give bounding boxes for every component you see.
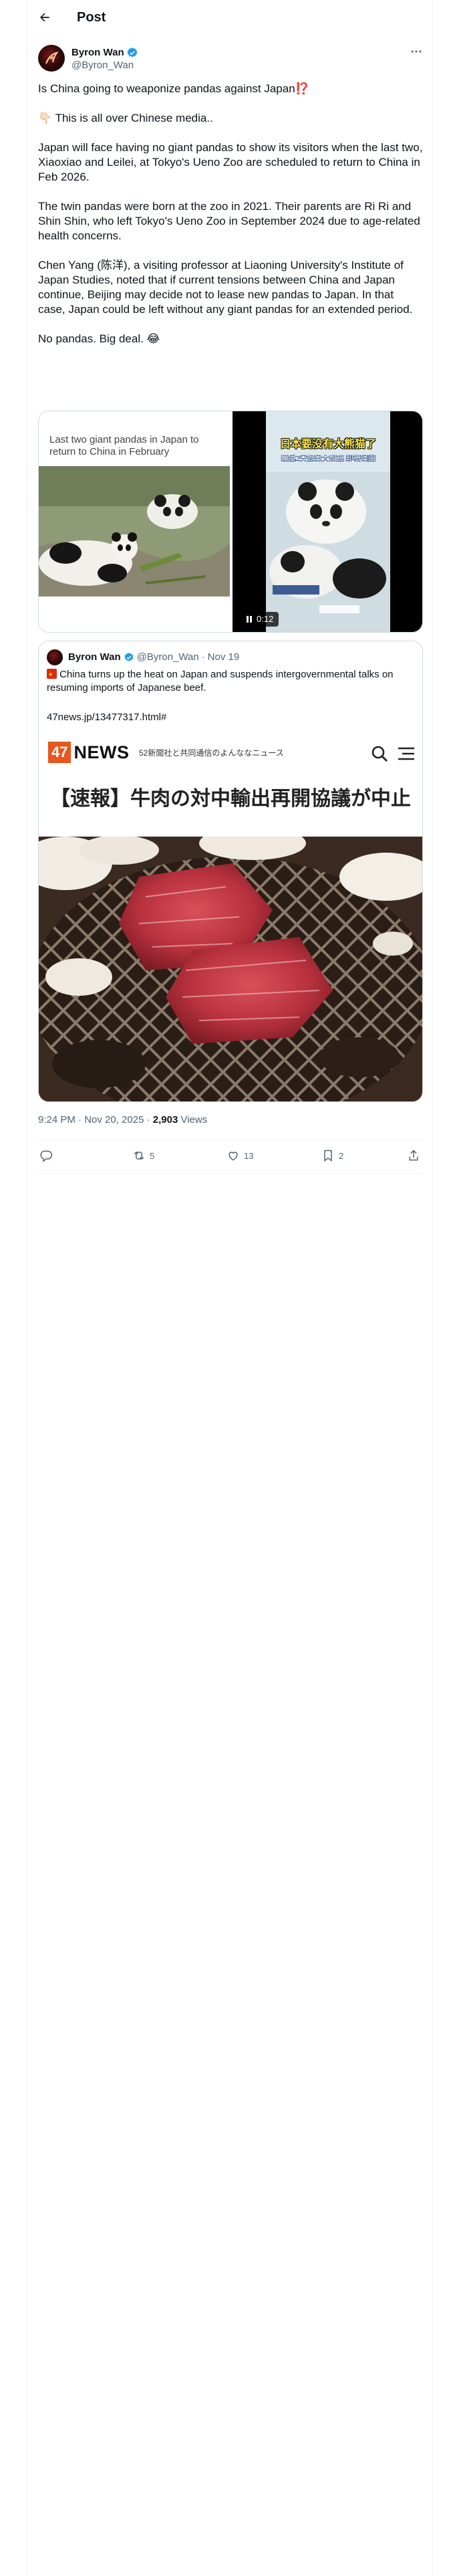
reply-button[interactable] [39, 1149, 57, 1162]
like-count: 13 [244, 1150, 254, 1161]
post-time[interactable]: 9:24 PM · Nov 20, 2025 · [38, 1114, 153, 1125]
more-options-button[interactable] [410, 45, 423, 58]
quoted-handle: @Byron_Wan [136, 651, 199, 663]
video-time: 0:12 [257, 614, 274, 624]
panda-photo [39, 466, 230, 597]
back-arrow-icon [40, 13, 49, 22]
repost-icon [134, 1151, 144, 1160]
quoted-link[interactable]: 47news.jp/13477317.html# [47, 711, 166, 724]
post-paragraph: No pandas. Big deal. 😂 [38, 332, 160, 345]
china-flag-icon [47, 668, 57, 681]
post-paragraph: Is China going to weaponize pandas again… [38, 82, 309, 95]
page-title: Post [77, 10, 106, 25]
post-paragraph: Japan will face having no giant pandas t… [38, 141, 423, 183]
share-icon [409, 1150, 418, 1161]
search-icon[interactable] [370, 744, 389, 763]
post-paragraph: The twin pandas were born at the zoo in … [38, 200, 420, 242]
verified-badge-icon [124, 653, 134, 661]
quoted-avatar [47, 649, 63, 665]
video-player[interactable]: 日本要没有大熊猫了 最后2只旅日大熊猫 即将归国 0:12 [233, 411, 422, 632]
heart-icon [229, 1152, 238, 1161]
views-count: 2,903 [152, 1114, 178, 1125]
more-dots-icon [411, 50, 422, 53]
video-subtitle: 最后2只旅日大熊猫 即将归国 [281, 454, 375, 462]
image-caption: Last two giant pandas in Japan to return… [49, 434, 199, 457]
news-logo-text: NEWS [73, 742, 130, 762]
repost-count: 5 [150, 1150, 155, 1161]
video-frame: 日本要没有大熊猫了 最后2只旅日大熊猫 即将归国 [266, 411, 390, 632]
quoted-post[interactable]: Byron Wan @Byron_Wan · Nov 19 China turn… [38, 641, 423, 1102]
news-site-header: 47 NEWS 52新聞社と共同通信のよんななニュース [39, 738, 422, 767]
post-author: Byron Wan @Byron_Wan [38, 43, 423, 73]
name-line: Byron Wan [71, 46, 138, 59]
media-grid: Last two giant pandas in Japan to return… [38, 411, 423, 633]
divider [38, 1173, 423, 1174]
like-button[interactable]: 13 [227, 1149, 253, 1162]
post-text: Is China going to weaponize pandas again… [38, 82, 423, 361]
video-banner-text: 日本要没有大熊猫了 [279, 439, 376, 450]
action-bar: 5 13 2 [38, 1141, 423, 1173]
back-button[interactable] [37, 9, 53, 25]
quoted-body: China turns up the heat on Japan and sus… [47, 669, 394, 693]
menu-icon[interactable] [397, 744, 416, 763]
post-page: Post Byron Wan @Byron_Wan Is China going… [27, 0, 433, 2576]
avatar[interactable] [38, 45, 65, 72]
repost-button[interactable]: 5 [132, 1149, 154, 1162]
quoted-text: China turns up the heat on Japan and sus… [47, 668, 416, 695]
views-label: Views [178, 1114, 208, 1125]
news-tagline: 52新聞社と共同通信のよんななニュース [139, 748, 284, 758]
video-pause-button[interactable]: 0:12 [241, 612, 279, 627]
reply-icon [40, 1150, 53, 1162]
quoted-author-name: Byron Wan [68, 651, 121, 663]
author-name[interactable]: Byron Wan [71, 46, 124, 59]
quoted-author: Byron Wan @Byron_Wan · Nov 19 [47, 649, 239, 665]
quoted-date: Nov 19 [207, 651, 240, 663]
bookmark-count: 2 [339, 1150, 344, 1161]
pause-icon [247, 616, 252, 623]
share-button[interactable] [407, 1149, 420, 1162]
verified-badge-icon [127, 47, 137, 58]
post-timestamp: 9:24 PM · Nov 20, 2025 · 2,903 Views [38, 1113, 207, 1127]
news-logo: 47 NEWS [48, 742, 129, 763]
news-headline: 【速報】牛肉の対中輸出再開協議が中止 [50, 788, 411, 810]
news-logo-number: 47 [48, 742, 71, 763]
panda-image-card[interactable]: Last two giant pandas in Japan to return… [39, 411, 230, 632]
top-bar: Post [27, 0, 432, 35]
bookmark-icon [324, 1150, 332, 1162]
quoted-separator: · [201, 651, 205, 663]
post-paragraph: Chen Yang (陈洋), a visiting professor at … [38, 259, 413, 316]
post-paragraph: 👇🏻 This is all over Chinese media.. [38, 112, 213, 124]
author-handle[interactable]: @Byron_Wan [71, 59, 134, 72]
bookmark-button[interactable]: 2 [321, 1149, 343, 1162]
beef-photo [39, 837, 422, 1101]
